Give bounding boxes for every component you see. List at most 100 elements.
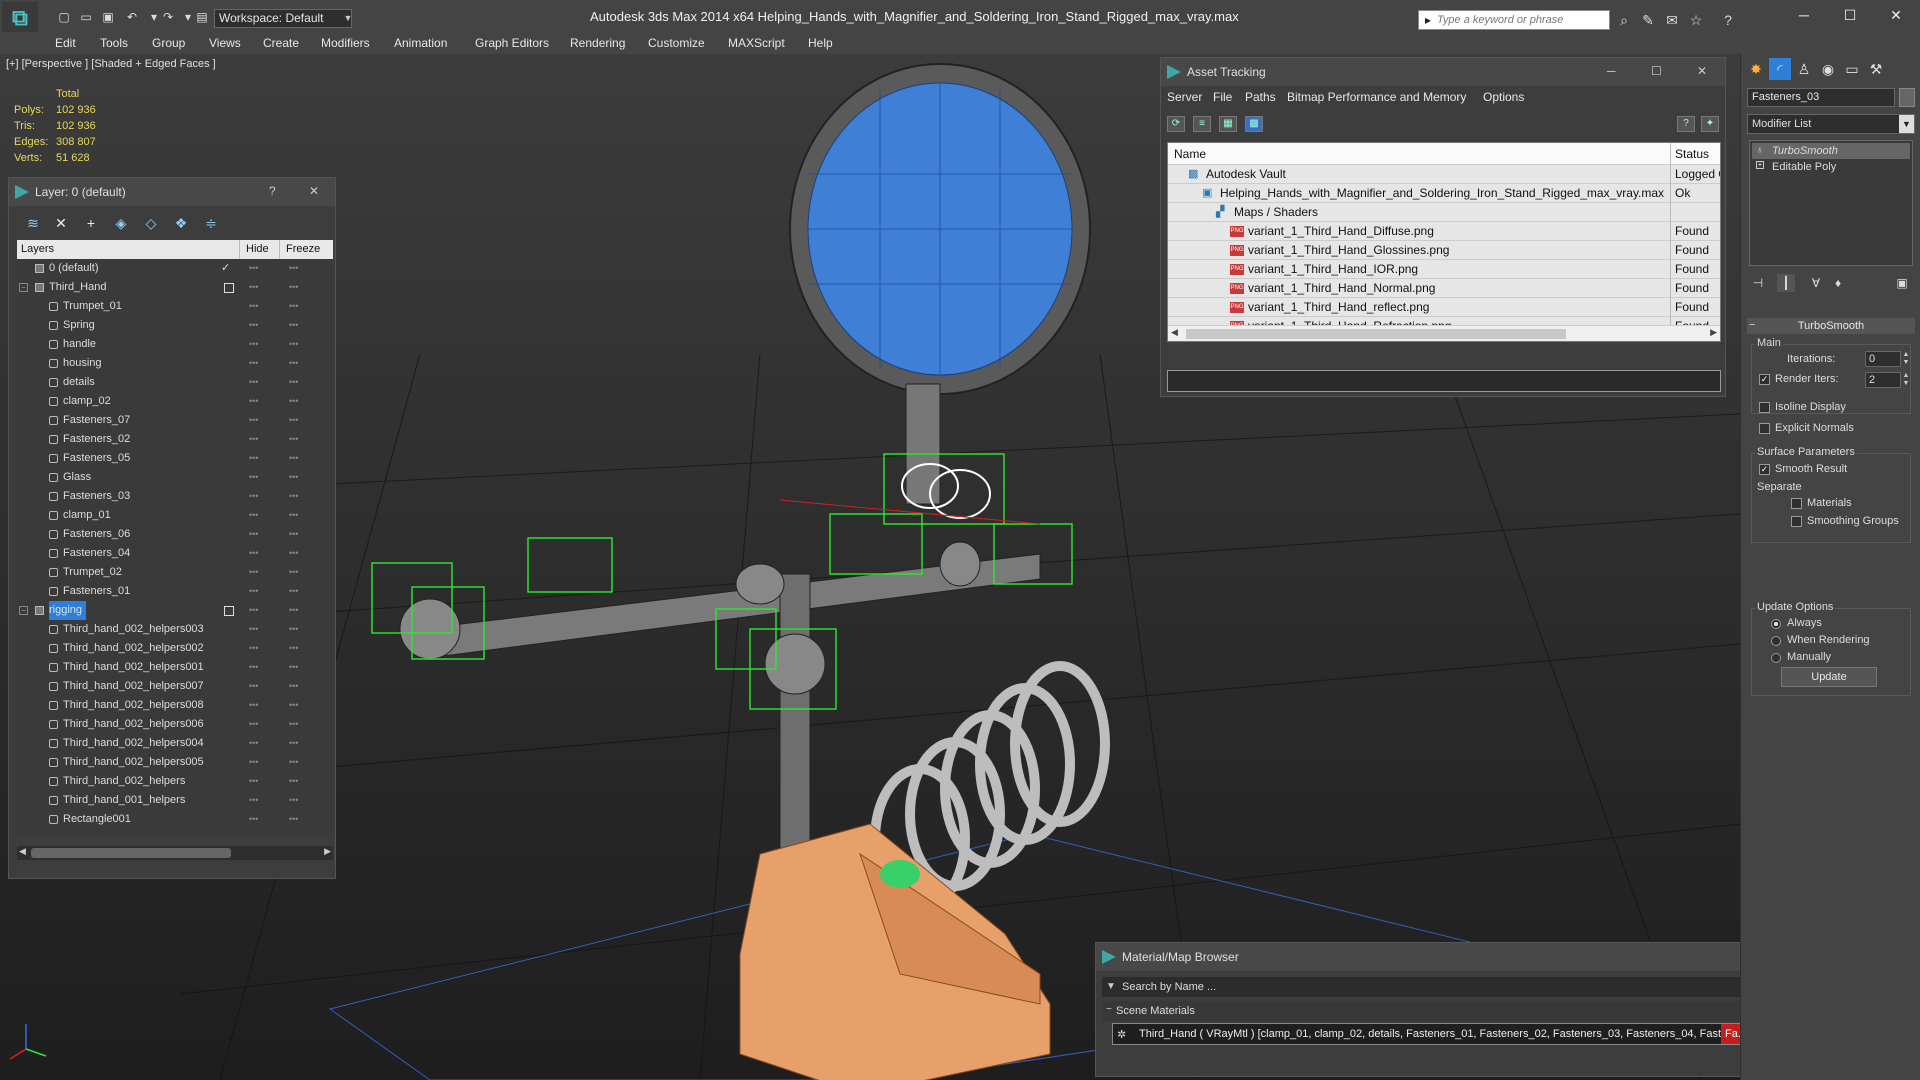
minimize-icon[interactable]: ─ xyxy=(1782,4,1826,26)
maximize-icon[interactable]: ☐ xyxy=(1828,4,1872,26)
hide-toggle[interactable]: ••• xyxy=(249,525,258,544)
menu-animation[interactable]: Animation xyxy=(394,36,447,50)
menu-graph-editors[interactable]: Graph Editors xyxy=(475,36,549,50)
list-view-icon[interactable]: ≡ xyxy=(1193,116,1211,132)
menu-maxscript[interactable]: MAXScript xyxy=(728,36,785,50)
freeze-toggle[interactable]: ••• xyxy=(289,259,298,278)
hide-toggle[interactable]: ••• xyxy=(249,354,258,373)
hide-toggle[interactable]: ••• xyxy=(249,620,258,639)
freeze-toggle[interactable]: ••• xyxy=(289,354,298,373)
scroll-right-icon[interactable]: ▶ xyxy=(324,846,331,857)
hide-toggle[interactable]: ••• xyxy=(249,810,258,829)
hide-toggle[interactable]: ••• xyxy=(249,316,258,335)
object-row[interactable]: clamp_01 ••• ••• xyxy=(17,506,333,525)
object-row[interactable]: handle ••• ••• xyxy=(17,335,333,354)
remove-modifier-icon[interactable]: ♦ xyxy=(1829,274,1847,292)
object-row[interactable]: Third_hand_002_helpers ••• ••• xyxy=(17,772,333,791)
delete-icon[interactable]: ✕ xyxy=(51,214,71,232)
stack-item-editable-poly[interactable]: + Editable Poly xyxy=(1752,159,1910,175)
freeze-toggle[interactable]: ••• xyxy=(289,297,298,316)
freeze-toggle[interactable]: ••• xyxy=(289,658,298,677)
isoline-display-checkbox[interactable] xyxy=(1759,402,1770,413)
asset-menu-server[interactable]: Server xyxy=(1167,90,1202,104)
hide-toggle[interactable]: ••• xyxy=(249,297,258,316)
project-folder-icon[interactable]: ▤ xyxy=(194,9,210,25)
close-icon[interactable]: ✕ xyxy=(1697,64,1707,78)
subscription-icon[interactable]: ✎ xyxy=(1638,10,1658,30)
menu-help[interactable]: Help xyxy=(808,36,833,50)
configure-sets-icon[interactable]: ▣ xyxy=(1893,274,1911,292)
when-rendering-radio[interactable] xyxy=(1771,636,1781,646)
object-row[interactable]: Third_hand_001_helpers ••• ••• xyxy=(17,791,333,810)
add-layer-icon[interactable]: + xyxy=(81,214,101,232)
menu-views[interactable]: Views xyxy=(209,36,241,50)
asset-row[interactable]: PNG variant_1_Third_Hand_Glossines.png Fou… xyxy=(1168,241,1720,260)
asset-scrollbar[interactable]: ◀ ▶ xyxy=(1168,325,1720,341)
maximize-icon[interactable]: ☐ xyxy=(1651,64,1662,78)
smooth-result-checkbox[interactable]: ✓ xyxy=(1759,464,1770,475)
show-end-result-icon[interactable]: ┃ xyxy=(1777,274,1795,292)
utilities-tab-icon[interactable]: ⚒ xyxy=(1865,58,1887,80)
help-icon[interactable]: ? xyxy=(1677,116,1695,132)
freeze-toggle[interactable]: ••• xyxy=(289,506,298,525)
workspace-dropdown[interactable]: Workspace: Default xyxy=(214,9,352,28)
column-name[interactable]: Name xyxy=(1174,143,1206,165)
object-row[interactable]: Fasteners_05 ••• ••• xyxy=(17,449,333,468)
freeze-toggle[interactable]: ••• xyxy=(289,601,298,620)
hide-all-icon[interactable]: ≑ xyxy=(201,214,221,232)
freeze-toggle[interactable]: ••• xyxy=(289,316,298,335)
make-unique-icon[interactable]: ∀ xyxy=(1807,274,1825,292)
layer-row[interactable]: − Third_Hand ••• ••• xyxy=(17,278,333,297)
freeze-toggle[interactable]: ••• xyxy=(289,373,298,392)
set-current-layer-box[interactable] xyxy=(224,606,234,616)
minimize-icon[interactable]: ─ xyxy=(1607,64,1616,78)
menu-create[interactable]: Create xyxy=(263,36,299,50)
hide-toggle[interactable]: ••• xyxy=(249,411,258,430)
smoothing-groups-checkbox[interactable] xyxy=(1791,516,1802,527)
asset-row[interactable]: ▣ Helping_Hands_with_Magnifier_and_Solder… xyxy=(1168,184,1720,203)
manually-radio[interactable] xyxy=(1771,653,1781,663)
object-row[interactable]: Third_hand_002_helpers006 ••• ••• xyxy=(17,715,333,734)
object-row[interactable]: Trumpet_02 ••• ••• xyxy=(17,563,333,582)
asset-row[interactable]: ▞ Maps / Shaders xyxy=(1168,203,1720,222)
object-row[interactable]: Glass ••• ••• xyxy=(17,468,333,487)
pin-stack-icon[interactable]: ⊣ xyxy=(1749,274,1767,292)
freeze-toggle[interactable]: ••• xyxy=(289,791,298,810)
asset-tracking-title[interactable]: Asset Tracking xyxy=(1161,58,1725,86)
menu-customize[interactable]: Customize xyxy=(648,36,705,50)
object-name-field[interactable]: Fasteners_03 xyxy=(1747,88,1895,107)
freeze-toggle[interactable]: ••• xyxy=(289,810,298,829)
freeze-toggle[interactable]: ••• xyxy=(289,525,298,544)
expand-icon[interactable]: + xyxy=(1756,161,1764,169)
binoculars-icon[interactable]: ⌕ xyxy=(1614,10,1634,30)
hide-toggle[interactable]: ••• xyxy=(249,544,258,563)
asset-row[interactable]: PNG variant_1_Third_Hand_IOR.png Found xyxy=(1168,260,1720,279)
freeze-toggle[interactable]: ••• xyxy=(289,430,298,449)
refresh-icon[interactable]: ⟳ xyxy=(1167,116,1185,132)
layer-row[interactable]: 0 (default) ✓ ••• ••• xyxy=(17,259,333,278)
asset-menu-paths[interactable]: Paths xyxy=(1245,90,1276,104)
redo-icon[interactable]: ↷ xyxy=(160,9,176,25)
collapse-icon[interactable]: − xyxy=(1749,319,1755,331)
explicit-normals-checkbox[interactable] xyxy=(1759,423,1770,434)
options-dropdown-icon[interactable]: ▼ xyxy=(1106,981,1116,992)
object-row[interactable]: Third_hand_002_helpers008 ••• ••• xyxy=(17,696,333,715)
object-row[interactable]: Fasteners_01 ••• ••• xyxy=(17,582,333,601)
freeze-toggle[interactable]: ••• xyxy=(289,468,298,487)
turbosmooth-rollout[interactable]: TurboSmooth xyxy=(1747,318,1915,334)
asset-row[interactable]: PNG variant_1_Third_Hand_Normal.png Found xyxy=(1168,279,1720,298)
menu-tools[interactable]: Tools xyxy=(100,36,128,50)
hide-toggle[interactable]: ••• xyxy=(249,772,258,791)
asset-row[interactable]: ▩ Autodesk Vault Logged O xyxy=(1168,165,1720,184)
hide-toggle[interactable]: ••• xyxy=(249,278,258,297)
material-browser-title[interactable]: Material/Map Browser xyxy=(1096,943,1777,971)
table-view-icon[interactable]: ▦ xyxy=(1219,116,1237,132)
object-row[interactable]: Trumpet_01 ••• ••• xyxy=(17,297,333,316)
always-radio[interactable] xyxy=(1771,619,1781,629)
app-logo-icon[interactable]: ⧉ xyxy=(2,2,38,34)
object-row[interactable]: Third_hand_002_helpers003 ••• ••• xyxy=(17,620,333,639)
freeze-toggle[interactable]: ••• xyxy=(289,335,298,354)
freeze-toggle[interactable]: ••• xyxy=(289,620,298,639)
freeze-toggle[interactable]: ••• xyxy=(289,582,298,601)
hide-toggle[interactable]: ••• xyxy=(249,392,258,411)
